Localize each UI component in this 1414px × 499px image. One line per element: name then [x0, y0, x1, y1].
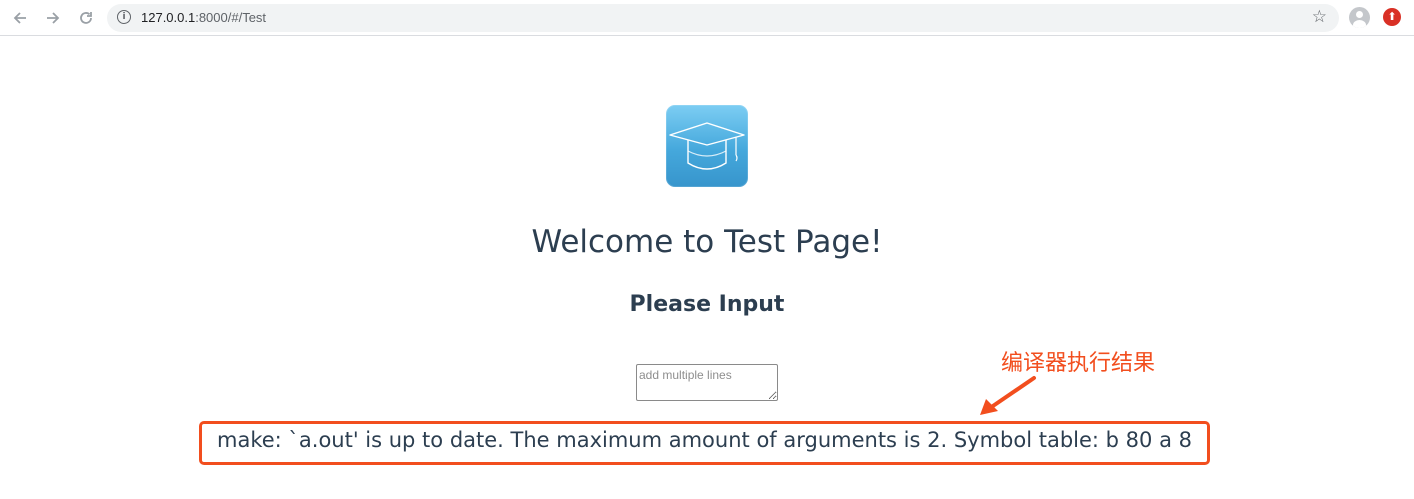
page-title: Welcome to Test Page! — [531, 224, 883, 260]
extension-icon[interactable]: ⬆ — [1383, 8, 1401, 26]
url-path: :8000/#/Test — [195, 10, 267, 25]
avatar-icon[interactable] — [1349, 7, 1370, 28]
reload-icon — [80, 12, 92, 24]
url-host: 127.0.0.1 — [141, 10, 196, 25]
url-text[interactable]: 127.0.0.1:8000/#/Test — [141, 10, 266, 25]
multiline-input[interactable] — [636, 364, 778, 401]
annotation-arrow-icon — [980, 376, 1036, 415]
back-button[interactable] — [9, 7, 31, 29]
annotation-label: 编译器执行结果 — [1001, 351, 1156, 376]
arrow-left-icon — [13, 12, 26, 24]
reload-button[interactable] — [75, 7, 97, 29]
page-subtitle: Please Input — [629, 292, 785, 317]
address-bar[interactable]: i 127.0.0.1:8000/#/Test ☆ — [107, 4, 1339, 32]
arrow-right-icon — [47, 12, 60, 24]
graduation-cap-icon — [666, 105, 748, 187]
info-icon[interactable]: i — [117, 10, 131, 24]
compiler-result-text: make: `a.out' is up to date. The maximum… — [217, 428, 1192, 452]
forward-button[interactable] — [42, 7, 64, 29]
star-icon[interactable]: ☆ — [1312, 7, 1327, 27]
browser-toolbar: i 127.0.0.1:8000/#/Test ☆ ⬆ — [0, 0, 1414, 36]
